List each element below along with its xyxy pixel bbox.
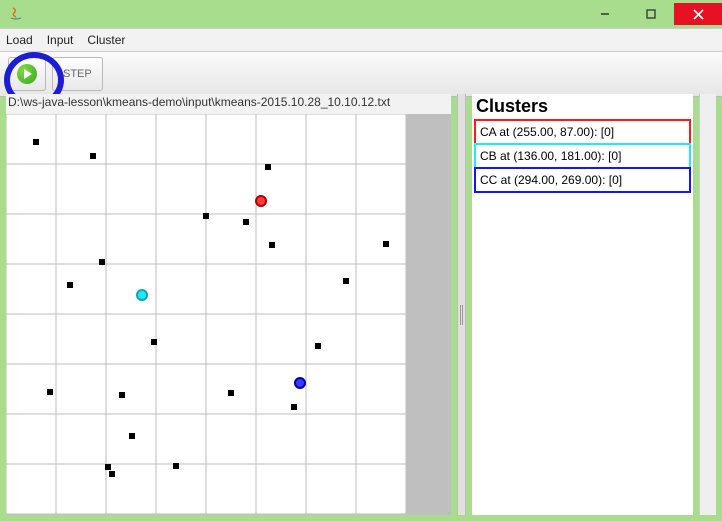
data-point [291,404,297,410]
right-pane: Clusters CA at (255.00, 87.00): [0]CB at… [472,94,693,515]
menu-cluster[interactable]: Cluster [87,33,125,47]
data-point [90,153,96,159]
clusters-heading: Clusters [472,94,693,119]
data-point [228,390,234,396]
data-point [151,339,157,345]
menubar: Load Input Cluster [0,28,722,52]
file-path-label: D:\ws-java-lesson\kmeans-demo\input\kmea… [6,94,451,114]
java-icon [8,6,24,22]
data-point [129,433,135,439]
cluster-row[interactable]: CA at (255.00, 87.00): [0] [474,119,691,145]
vertical-scrollbar[interactable] [699,94,716,515]
step-button-label: STEP [63,68,92,80]
data-point [243,219,249,225]
toolbar: STEP [0,52,722,97]
menu-input[interactable]: Input [47,33,74,47]
play-icon [17,64,37,84]
data-point [343,278,349,284]
data-point [203,213,209,219]
data-point [47,389,53,395]
data-point [265,164,271,170]
menu-load[interactable]: Load [6,33,33,47]
window-controls [582,3,722,25]
centroid-cc [295,378,305,388]
play-button[interactable] [8,57,46,91]
split-handle[interactable] [457,94,466,515]
scatter-plot [6,114,406,514]
close-button[interactable] [674,3,722,25]
minimize-button[interactable] [582,3,628,25]
left-pane: D:\ws-java-lesson\kmeans-demo\input\kmea… [6,94,451,515]
data-point [99,259,105,265]
cluster-list: CA at (255.00, 87.00): [0]CB at (136.00,… [472,119,693,515]
maximize-button[interactable] [628,3,674,25]
titlebar [0,0,722,28]
data-point [33,139,39,145]
data-point [383,241,389,247]
content-area: D:\ws-java-lesson\kmeans-demo\input\kmea… [6,94,716,515]
cluster-row[interactable]: CC at (294.00, 269.00): [0] [474,167,691,193]
plot-viewport [6,114,451,515]
data-point [109,471,115,477]
data-point [105,464,111,470]
cluster-row[interactable]: CB at (136.00, 181.00): [0] [474,143,691,169]
step-button[interactable]: STEP [52,57,103,91]
data-point [67,282,73,288]
data-point [119,392,125,398]
centroid-cb [137,290,147,300]
data-point [269,242,275,248]
scatter-canvas [6,114,406,514]
app-window: Load Input Cluster STEP D:\ws-java-lesso… [0,0,722,521]
centroid-ca [256,196,266,206]
data-point [173,463,179,469]
data-point [315,343,321,349]
titlebar-left [8,6,30,22]
